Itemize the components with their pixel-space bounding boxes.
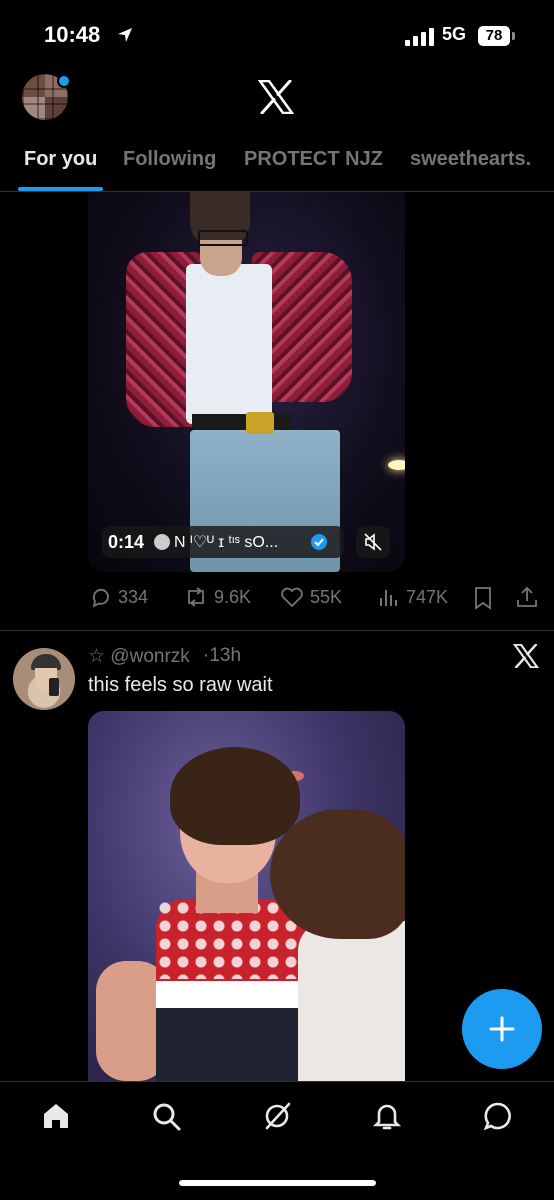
views-icon <box>380 590 397 606</box>
post-time: ·13h <box>203 645 242 666</box>
signal-icon <box>405 28 434 46</box>
image-watermark: ᘯลปᘯᓚ <box>210 989 261 1005</box>
views-button[interactable]: 747K <box>378 586 448 608</box>
verified-badge-icon <box>311 534 328 550</box>
plus-icon <box>489 1016 515 1042</box>
tab-following[interactable]: Following <box>123 148 216 171</box>
share-icon[interactable] <box>515 585 539 609</box>
post-text: this feels so raw wait <box>88 674 273 696</box>
mute-icon <box>364 533 382 551</box>
tab-for-you[interactable]: For you <box>24 148 97 171</box>
notification-dot <box>57 74 71 88</box>
post-video[interactable] <box>88 192 405 572</box>
author-avatar[interactable] <box>13 648 75 710</box>
video-author-name: N ᴵ♡ᵁ ɪ ᵗᶦˢ sO... <box>174 534 279 551</box>
video-author-avatar <box>154 534 171 550</box>
battery-nub <box>512 32 515 40</box>
network-type: 5G <box>442 24 467 44</box>
tab-protect-njz[interactable]: PROTECT NJZ <box>244 148 383 171</box>
repost-count: 9.6K <box>214 586 252 607</box>
views-count: 747K <box>406 586 449 607</box>
home-indicator <box>179 1180 376 1186</box>
post-divider <box>0 630 554 631</box>
video-timestamp: 0:14 <box>108 531 145 552</box>
mute-button[interactable] <box>356 526 390 558</box>
reply-count: 334 <box>118 586 149 607</box>
like-count: 55K <box>310 586 343 607</box>
search-icon[interactable] <box>150 1100 182 1132</box>
messages-icon[interactable] <box>482 1100 514 1132</box>
battery-level: 78 <box>478 26 510 46</box>
x-logo-icon[interactable] <box>258 80 294 114</box>
bell-icon[interactable] <box>371 1100 403 1132</box>
reply-button[interactable]: 334 <box>90 586 148 608</box>
video-info-bar[interactable]: 0:14 N ᴵ♡ᵁ ɪ ᵗᶦˢ sO... <box>102 526 344 558</box>
status-time: 10:48 <box>44 22 101 47</box>
repost-button[interactable]: 9.6K <box>184 586 251 608</box>
repost-icon <box>188 587 204 607</box>
reply-icon <box>92 588 109 608</box>
post-image[interactable]: ᘯลปᘯᓚ <box>88 711 405 1081</box>
post-handle[interactable]: ☆ @wonrzk <box>88 645 190 668</box>
like-icon <box>281 587 303 608</box>
location-arrow-icon <box>118 28 132 42</box>
grok-icon[interactable] <box>261 1100 293 1132</box>
home-icon[interactable] <box>40 1100 72 1132</box>
bookmark-icon[interactable] <box>472 586 494 610</box>
tab-sweethearts[interactable]: sweethearts. <box>410 148 531 171</box>
compose-button[interactable] <box>462 989 542 1069</box>
x-logo-icon <box>513 644 539 668</box>
like-button[interactable]: 55K <box>280 586 342 608</box>
